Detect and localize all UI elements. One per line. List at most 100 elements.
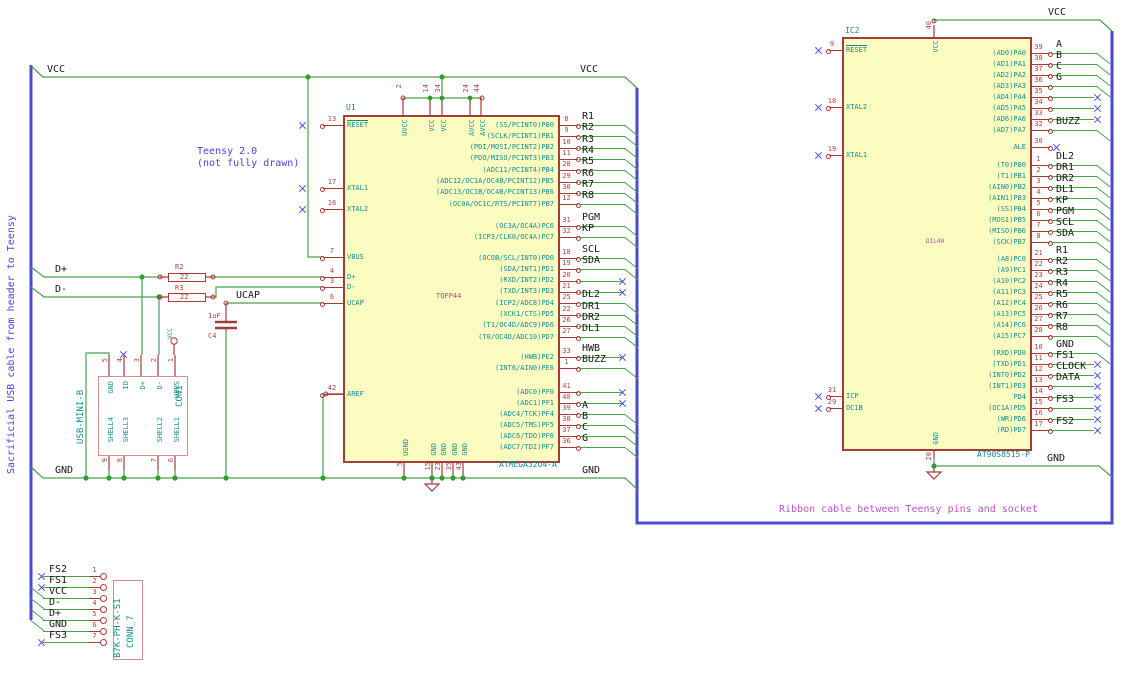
net-label-gnd: GND <box>1047 453 1066 464</box>
pin-column[interactable]: 5 GND <box>101 357 119 417</box>
pin-row[interactable]: FS3 7 <box>38 631 113 648</box>
pin-row[interactable]: 17 XTAL1 <box>290 178 368 194</box>
pin-row[interactable]: (ADC12/OC1A/OC4B/PCINT12)PB5 29 R6 <box>343 168 639 193</box>
pin-row[interactable]: 7 VBUS <box>290 247 364 263</box>
pin-row[interactable]: (PDI/MOSI/PCINT2)PB2 10 R3 <box>343 134 639 159</box>
pin-number: 25 <box>562 293 571 302</box>
pin-row[interactable]: (SCLK/PCINT1)PB1 9 R2 <box>343 123 639 148</box>
net-label: HWB <box>582 343 601 354</box>
pin-column[interactable]: SHELL1 6 <box>167 415 185 470</box>
pin-number: 30 <box>1034 137 1043 145</box>
pin-stub <box>1030 242 1050 243</box>
net-wire <box>1051 386 1094 387</box>
pin-row[interactable]: (INT6/AIN0)PE6 1 BUZZ <box>343 355 639 380</box>
pin-number: 25 <box>1034 293 1043 301</box>
pin-number: 4 <box>92 599 97 607</box>
pin-number: 18 <box>562 248 571 256</box>
pin-row[interactable]: 9 RESET <box>814 40 867 56</box>
pin-column[interactable]: 40 VCC <box>925 8 944 63</box>
pin-column[interactable]: 43 GND <box>455 425 473 478</box>
pin-name: (TXD)PD1 <box>992 359 1026 368</box>
pin-number: 14 <box>422 84 430 93</box>
pin-row[interactable]: 13 RESET <box>290 115 368 131</box>
pin-row[interactable]: (SCK)PB7 8 SDA <box>842 229 1114 254</box>
pin-row[interactable]: 6 UCAP <box>290 293 364 309</box>
pin-column[interactable]: 20 GND <box>925 425 944 475</box>
pin-row[interactable]: (ADC7/TDI)PF7 36 G <box>343 434 639 459</box>
pin-number: 5 <box>92 610 97 618</box>
pin-number: 7 <box>150 458 158 463</box>
no-connect-icon <box>619 400 626 407</box>
pin-row[interactable]: 42 AREF <box>290 384 364 400</box>
pin-row[interactable]: (SS/PCINT0)PB0 8 R1 <box>343 112 639 137</box>
net-label: DR1 <box>582 300 601 312</box>
pin-row[interactable]: (T0/OC4D/ADC10)PD7 27 DL1 <box>343 324 639 349</box>
pin-number: 1 <box>167 358 175 363</box>
pin-number: 5 <box>396 462 404 467</box>
pin-terminal <box>100 617 107 624</box>
pin-row[interactable]: 16 XTAL2 <box>290 199 368 215</box>
pin-number: 38 <box>1034 54 1043 62</box>
pin-name: (ADC11/PCINT4)PB4 <box>482 165 554 174</box>
no-connect-icon <box>619 278 626 285</box>
pin-row[interactable]: (ICP3/CLK0/OC4A)PC7 32 KP <box>343 224 639 249</box>
net-label-gnd: GND <box>55 465 74 476</box>
pin-terminal <box>100 573 107 580</box>
net-label: R1 <box>582 111 595 122</box>
pin-number: 1 <box>92 566 97 574</box>
pin-name: (MISO)PB6 <box>988 226 1026 235</box>
no-connect-icon <box>299 206 306 213</box>
pin-stub <box>323 188 343 189</box>
net-label: BUZZ <box>1056 116 1081 127</box>
pin-stub <box>323 303 343 304</box>
pin-row[interactable]: (RD)PD7 17 FS2 <box>842 417 1114 436</box>
vcc-power-flag-label: VCC <box>167 328 174 339</box>
no-connect-icon <box>1094 94 1101 101</box>
pin-stub <box>323 287 343 288</box>
pin-row[interactable]: 19 XTAL1 <box>814 145 867 161</box>
pin-name: (INT1)PD3 <box>988 381 1026 390</box>
pin-number: 40 <box>562 393 571 401</box>
teensy-note-line2: (not fully drawn) <box>197 158 300 169</box>
pin-row[interactable]: 3 D- <box>290 277 355 293</box>
pin-number: 16 <box>1034 409 1043 417</box>
r3-reference: R3 <box>175 284 184 292</box>
pin-column[interactable]: 4 ID <box>116 357 134 417</box>
pin-row[interactable]: (PDO/MISO/PCINT3)PB3 11 R4 <box>343 145 639 171</box>
pin-row[interactable]: (SDA/INT1)PD1 19 SDA <box>343 256 639 281</box>
pin-row[interactable]: (OC0A/OC1C/RTS/PCINT7)PB7 12 R8 <box>343 191 639 216</box>
pin-name: (ADC12/OC1A/OC4B/PCINT12)PB5 <box>435 177 554 185</box>
pin-row[interactable]: 18 XTAL2 <box>814 97 867 113</box>
no-connect-icon <box>299 185 306 192</box>
net-label: FS1 <box>49 575 68 586</box>
pin-number: 29 <box>827 398 837 406</box>
pin-terminal <box>826 153 831 159</box>
pin-row[interactable]: (ADC11/PCINT4)PB4 28 R5 <box>343 157 639 182</box>
pin-column[interactable]: 1 VBUS <box>167 357 185 417</box>
pin-number: 39 <box>562 404 571 412</box>
pin-row[interactable]: 29 OC1B <box>814 398 863 414</box>
no-connect-icon <box>1094 383 1101 390</box>
pin-column[interactable]: 3 D+ <box>133 357 151 417</box>
pin-name: (A13)PC5 <box>992 309 1026 318</box>
pin-number: 44 <box>473 84 481 93</box>
pin-row[interactable]: (RXD/INT2)PD2 20 <box>343 271 639 287</box>
net-label: PGM <box>582 212 601 223</box>
u1-value: ATMEGA32U4-A <box>499 460 557 469</box>
pin-number: 11 <box>562 148 571 157</box>
pin-number: 13 <box>327 115 337 123</box>
net-label-vcc: VCC <box>580 64 599 75</box>
pin-column[interactable]: 2 D- <box>150 357 168 417</box>
pin-column[interactable]: SHELL3 8 <box>116 415 134 470</box>
pin-stub <box>558 204 578 206</box>
net-wire <box>579 368 625 370</box>
pin-name: (T1/OC4D/ADC9)PD6 <box>482 321 554 330</box>
pin-terminal <box>320 285 325 291</box>
pin-number: 8 <box>1036 232 1041 240</box>
pin-name: (AIN1)PB3 <box>988 193 1026 202</box>
net-wire <box>1051 336 1097 337</box>
pin-row[interactable]: (AD7)PA7 32 BUZZ <box>842 117 1114 142</box>
pin-row[interactable]: (ADC13/OC1B/OC4B/PCINT13)PB6 30 R7 <box>343 179 639 205</box>
pin-column[interactable]: 5 UGND <box>396 425 414 478</box>
pin-row[interactable]: (OC3A/OC4A)PC6 31 PGM <box>343 213 639 238</box>
